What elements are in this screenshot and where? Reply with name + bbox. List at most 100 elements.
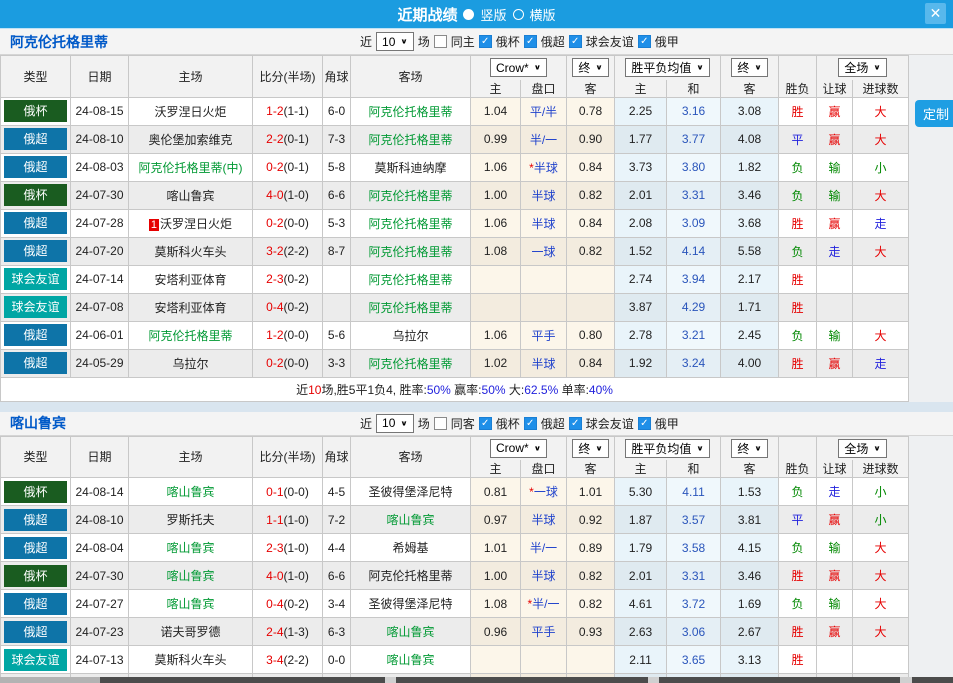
ah-line: 半/一 bbox=[521, 534, 567, 562]
away-team: 阿克伦托格里蒂 bbox=[351, 237, 471, 265]
home-team: 阿克伦托格里蒂(中) bbox=[129, 153, 253, 181]
corner-score: 4-5 bbox=[323, 478, 351, 506]
result-flag: 平 bbox=[779, 125, 817, 153]
home-team: 喀山鲁宾 bbox=[129, 534, 253, 562]
col-away: 客场 bbox=[351, 56, 471, 98]
empty-cell bbox=[779, 56, 817, 80]
result-flag: 负 bbox=[779, 153, 817, 181]
col-date: 日期 bbox=[71, 436, 129, 478]
match-date: 24-08-10 bbox=[71, 506, 129, 534]
scope-select[interactable]: 全场∨ bbox=[838, 58, 886, 77]
ah-line: 半球 bbox=[521, 181, 567, 209]
section-header-akron: 阿克伦托格里蒂 近 10∨ 场 同主 ✓ 俄杯 ✓ 俄超 ✓ 球会友谊 ✓ 俄甲 bbox=[0, 28, 953, 55]
match-row: 球会友谊24-07-14安塔利亚体育2-3(0-2)阿克伦托格里蒂2.743.9… bbox=[1, 265, 909, 293]
league-label-cup[interactable]: 俄杯 bbox=[496, 33, 520, 50]
away-team: 阿克伦托格里蒂 bbox=[351, 97, 471, 125]
eu-away-odds: 2.17 bbox=[721, 265, 779, 293]
avg-state-select[interactable]: 终∨ bbox=[731, 58, 767, 77]
vertical-layout-label[interactable]: 竖版 bbox=[480, 5, 506, 24]
ah-away-odds: 0.84 bbox=[567, 349, 615, 377]
result-flag: 负 bbox=[779, 478, 817, 506]
league-label-friendly[interactable]: 球会友谊 bbox=[586, 415, 634, 432]
games-label: 场 bbox=[418, 33, 430, 50]
odds-state-select[interactable]: 终∨ bbox=[572, 58, 608, 77]
match-count-select[interactable]: 10∨ bbox=[376, 414, 414, 433]
customize-button[interactable]: 定制 bbox=[915, 100, 953, 127]
ah-away-odds bbox=[567, 293, 615, 321]
avg-odds-cell: 胜平负均值∨ bbox=[615, 56, 721, 80]
goals-flag bbox=[853, 265, 909, 293]
result-flag: 胜 bbox=[779, 209, 817, 237]
col-handicap: 让球 bbox=[817, 460, 853, 478]
horizontal-layout-radio[interactable] bbox=[513, 9, 524, 20]
league-checkbox-cup[interactable]: ✓ bbox=[479, 417, 492, 430]
home-team: 安塔利亚体育 bbox=[129, 293, 253, 321]
league-checkbox-friendly[interactable]: ✓ bbox=[569, 35, 582, 48]
match-row: 俄超24-07-27喀山鲁宾0-4(0-2)3-4圣彼得堡泽尼特1.08*半/一… bbox=[1, 590, 909, 618]
match-row: 俄杯24-08-15沃罗涅日火炬1-2(1-1)6-0阿克伦托格里蒂1.04平/… bbox=[1, 97, 909, 125]
ah-line: *半球 bbox=[521, 153, 567, 181]
league-checkbox-super[interactable]: ✓ bbox=[524, 417, 537, 430]
avg-state-select[interactable]: 终∨ bbox=[731, 439, 767, 458]
league-checkbox-super[interactable]: ✓ bbox=[524, 35, 537, 48]
eu-away-odds: 3.46 bbox=[721, 562, 779, 590]
match-row: 俄超24-08-10奥伦堡加索维克2-2(0-1)7-3阿克伦托格里蒂0.99半… bbox=[1, 125, 909, 153]
ah-home-odds: 1.08 bbox=[471, 590, 521, 618]
eu-away-odds: 4.00 bbox=[721, 349, 779, 377]
corner-score: 0-0 bbox=[323, 646, 351, 674]
league-label-d1[interactable]: 俄甲 bbox=[655, 33, 679, 50]
league-checkbox-friendly[interactable]: ✓ bbox=[569, 417, 582, 430]
odds-company-select[interactable]: Crow*∨ bbox=[490, 58, 547, 77]
match-row: 俄超24-08-10罗斯托夫1-1(1-0)7-2喀山鲁宾0.97半球0.921… bbox=[1, 506, 909, 534]
match-date: 24-07-08 bbox=[71, 293, 129, 321]
matches-table-akron: 类型 日期 主场 比分(半场) 角球 客场 Crow*∨ 终∨ 胜平负均值∨ 终… bbox=[0, 55, 909, 402]
eu-home-odds: 2.74 bbox=[615, 265, 667, 293]
same-away-checkbox[interactable] bbox=[434, 417, 447, 430]
league-label-friendly[interactable]: 球会友谊 bbox=[586, 33, 634, 50]
vertical-layout-radio[interactable] bbox=[463, 9, 474, 20]
handicap-flag bbox=[817, 265, 853, 293]
eu-draw-odds: 3.21 bbox=[667, 321, 721, 349]
chevron-down-icon: ∨ bbox=[696, 444, 703, 453]
eu-home-odds: 1.77 bbox=[615, 125, 667, 153]
league-type-badge: 俄超 bbox=[1, 321, 71, 349]
close-icon[interactable]: ✕ bbox=[925, 3, 946, 24]
league-checkbox-cup[interactable]: ✓ bbox=[479, 35, 492, 48]
goals-flag: 大 bbox=[853, 125, 909, 153]
home-team: 喀山鲁宾 bbox=[129, 181, 253, 209]
ah-away-odds: 0.82 bbox=[567, 590, 615, 618]
filter-bar-rubin: 近 10∨ 场 同客 ✓ 俄杯 ✓ 俄超 ✓ 球会友谊 ✓ 俄甲 bbox=[360, 414, 679, 433]
same-away-label[interactable]: 同客 bbox=[451, 415, 475, 432]
league-label-super[interactable]: 俄超 bbox=[541, 415, 565, 432]
same-home-label[interactable]: 同主 bbox=[451, 33, 475, 50]
league-type-badge: 俄超 bbox=[1, 349, 71, 377]
match-date: 24-06-01 bbox=[71, 321, 129, 349]
scope-select[interactable]: 全场∨ bbox=[838, 439, 886, 458]
goals-flag: 走 bbox=[853, 349, 909, 377]
result-flag: 胜 bbox=[779, 293, 817, 321]
eu-draw-odds: 3.16 bbox=[667, 97, 721, 125]
odds-state-select[interactable]: 终∨ bbox=[572, 439, 608, 458]
league-checkbox-d1[interactable]: ✓ bbox=[638, 417, 651, 430]
away-team: 乌拉尔 bbox=[351, 321, 471, 349]
league-label-super[interactable]: 俄超 bbox=[541, 33, 565, 50]
league-type-badge: 俄超 bbox=[1, 506, 71, 534]
odds-company-select[interactable]: Crow*∨ bbox=[490, 439, 547, 458]
league-type-badge: 俄超 bbox=[1, 534, 71, 562]
match-count-select[interactable]: 10∨ bbox=[376, 32, 414, 51]
eu-draw-odds: 3.77 bbox=[667, 125, 721, 153]
same-home-checkbox[interactable] bbox=[434, 35, 447, 48]
match-row: 球会友谊24-07-13莫斯科火车头3-4(2-2)0-0喀山鲁宾2.113.6… bbox=[1, 646, 909, 674]
avg-odds-select[interactable]: 胜平负均值∨ bbox=[625, 439, 709, 458]
league-checkbox-d1[interactable]: ✓ bbox=[638, 35, 651, 48]
horizontal-layout-label[interactable]: 横版 bbox=[530, 5, 556, 24]
col-eu-draw: 和 bbox=[667, 80, 721, 98]
home-team: 诺夫哥罗德 bbox=[129, 618, 253, 646]
corner-score: 5-8 bbox=[323, 153, 351, 181]
result-flag: 胜 bbox=[779, 265, 817, 293]
avg-odds-select[interactable]: 胜平负均值∨ bbox=[625, 58, 709, 77]
league-label-cup[interactable]: 俄杯 bbox=[496, 415, 520, 432]
league-label-d1[interactable]: 俄甲 bbox=[655, 415, 679, 432]
eu-away-odds: 3.81 bbox=[721, 506, 779, 534]
result-flag: 胜 bbox=[779, 646, 817, 674]
